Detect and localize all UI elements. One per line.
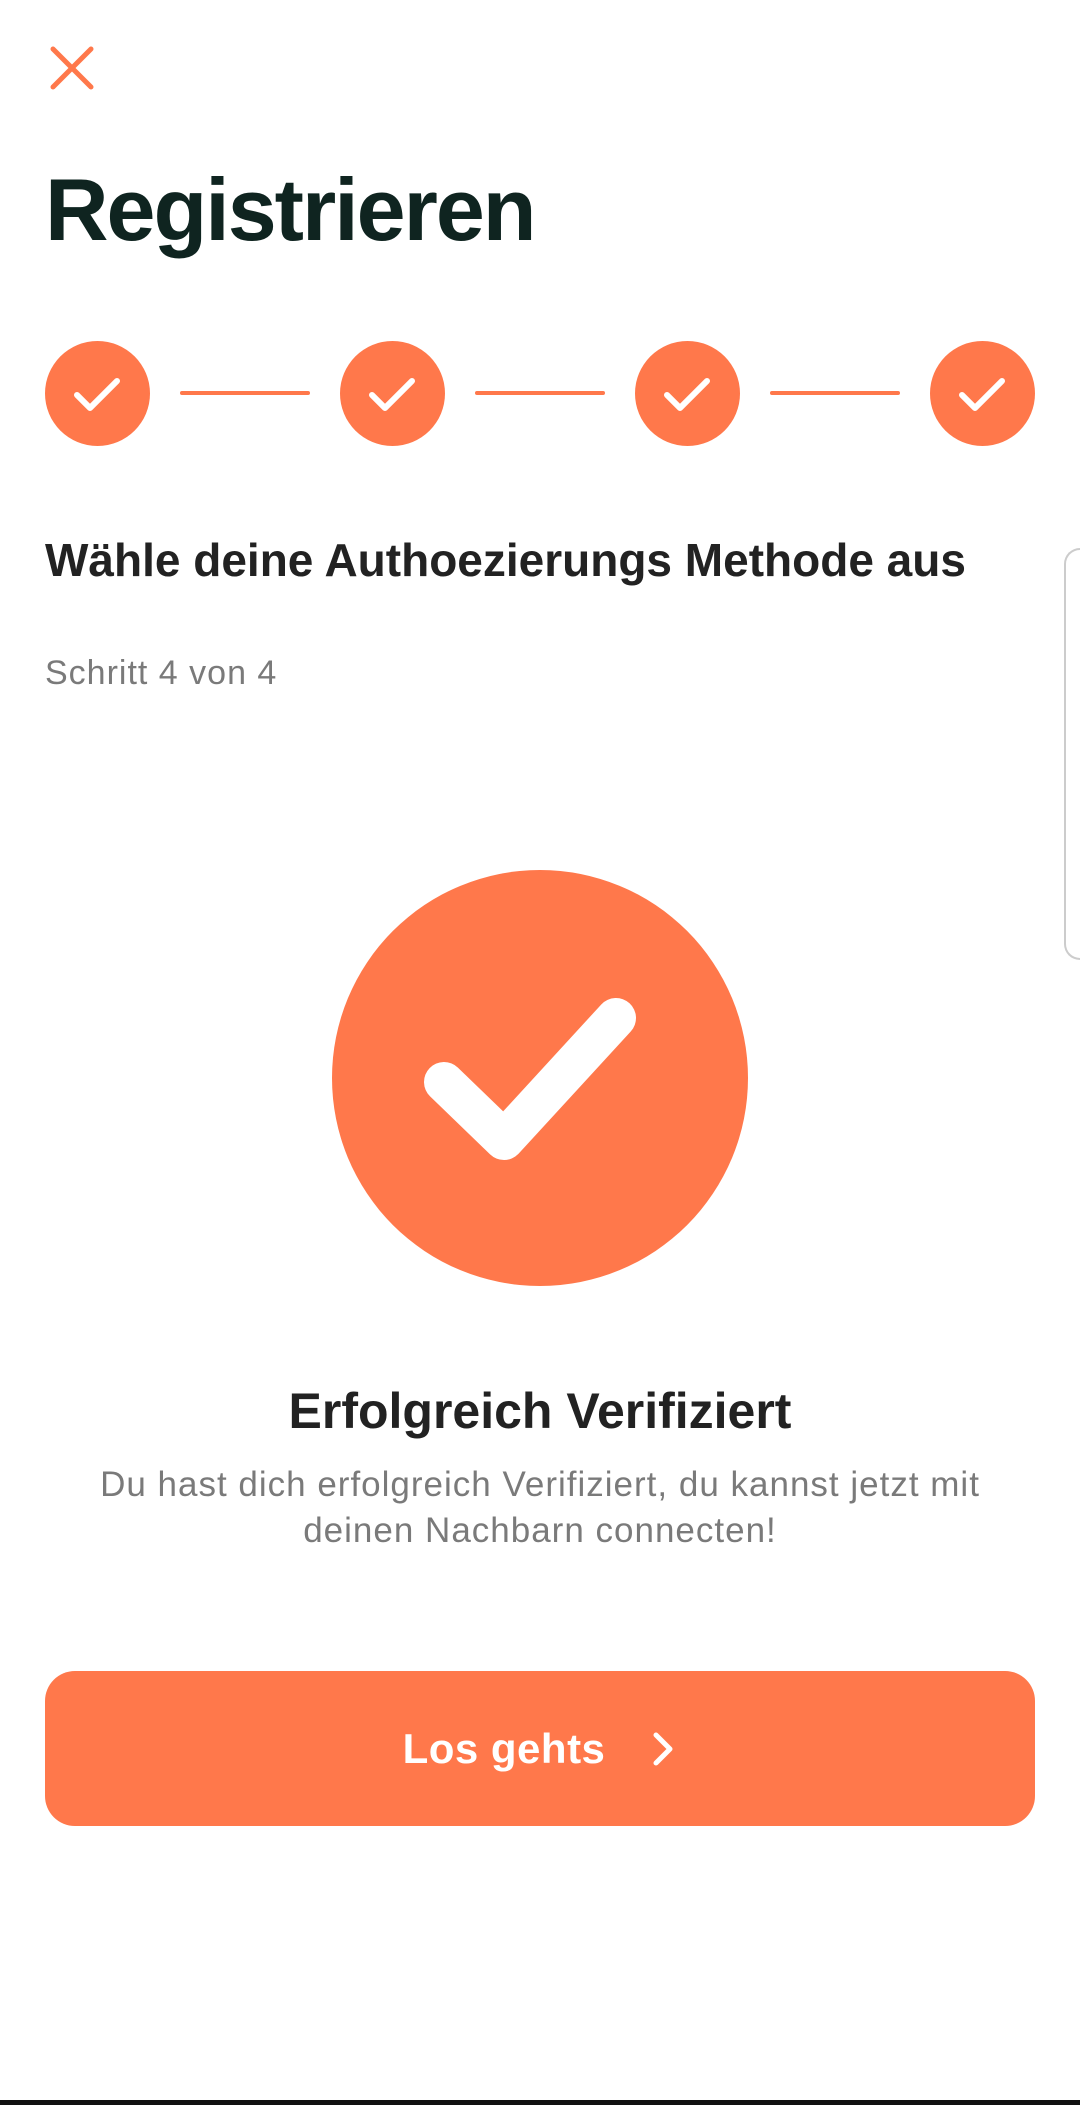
lets-go-button[interactable]: Los gehts bbox=[45, 1671, 1035, 1826]
bottom-edge bbox=[0, 2100, 1080, 2105]
step-connector bbox=[180, 391, 310, 395]
step-1-complete bbox=[45, 341, 150, 446]
close-button[interactable] bbox=[44, 40, 100, 96]
progress-stepper bbox=[45, 341, 1035, 446]
page-title: Registrieren bbox=[45, 160, 537, 259]
success-title: Erfolgreich Verifiziert bbox=[288, 1383, 792, 1439]
check-icon bbox=[664, 378, 710, 411]
section-title: Wähle deine Authoezierungs Methode aus bbox=[45, 534, 966, 586]
step-2-complete bbox=[340, 341, 445, 446]
step-connector bbox=[475, 391, 605, 395]
check-icon bbox=[369, 378, 415, 411]
check-circle-icon bbox=[424, 998, 636, 1160]
chevron-right-icon bbox=[653, 1732, 673, 1765]
check-icon bbox=[959, 378, 1005, 411]
check-icon bbox=[74, 378, 120, 411]
step-3-complete bbox=[635, 341, 740, 446]
side-panel-edge bbox=[1064, 548, 1080, 960]
step-connector bbox=[770, 391, 900, 395]
close-icon bbox=[50, 46, 94, 90]
success-description: Du hast dich erfolgreich Verifiziert, du… bbox=[100, 1465, 980, 1550]
lets-go-button-label: Los gehts bbox=[402, 1724, 606, 1772]
step-counter: Schritt 4 von 4 bbox=[45, 654, 278, 692]
step-4-complete bbox=[930, 341, 1035, 446]
success-icon-container bbox=[332, 870, 748, 1286]
